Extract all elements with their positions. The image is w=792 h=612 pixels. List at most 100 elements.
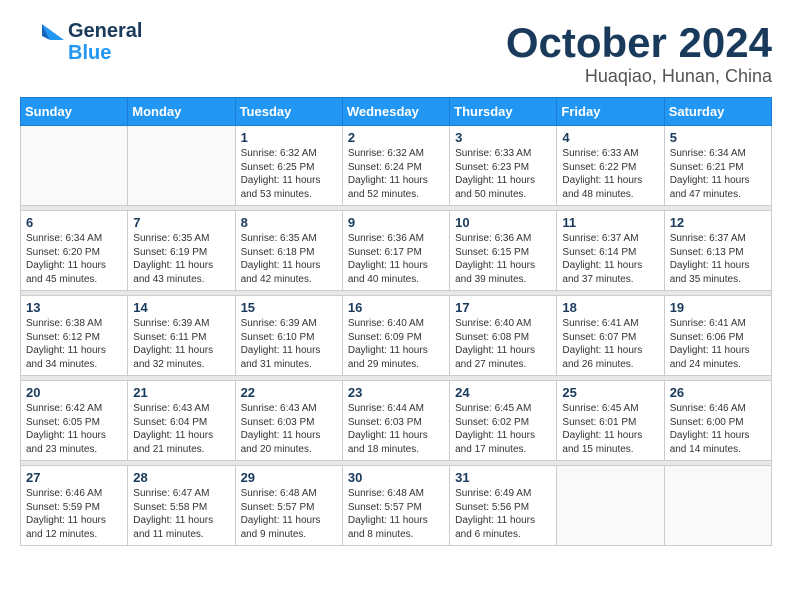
month-title: October 2024 (506, 20, 772, 66)
day-detail: Sunrise: 6:38 AMSunset: 6:12 PMDaylight:… (26, 317, 122, 371)
day-number: 25 (562, 385, 658, 400)
day-cell: 23 Sunrise: 6:44 AMSunset: 6:03 PMDayligh… (342, 381, 449, 461)
day-cell: 7 Sunrise: 6:35 AMSunset: 6:19 PMDaylight… (128, 211, 235, 291)
day-number: 30 (348, 470, 444, 485)
day-detail: Sunrise: 6:41 AMSunset: 6:07 PMDaylight:… (562, 317, 658, 371)
day-cell: 10 Sunrise: 6:36 AMSunset: 6:15 PMDayligh… (450, 211, 557, 291)
day-detail: Sunrise: 6:33 AMSunset: 6:22 PMDaylight:… (562, 147, 658, 201)
day-number: 11 (562, 215, 658, 230)
day-cell: 20Sunrise: 6:42 AMSunset: 6:05 PMDayligh… (21, 381, 128, 461)
day-detail: Sunrise: 6:45 AMSunset: 6:01 PMDaylight:… (562, 402, 658, 456)
day-number: 29 (241, 470, 337, 485)
day-number: 16 (348, 300, 444, 315)
weekday-header-row: SundayMondayTuesdayWednesdayThursdayFrid… (21, 98, 772, 126)
day-detail: Sunrise: 6:40 AMSunset: 6:09 PMDaylight:… (348, 317, 444, 371)
logo-line1: General (68, 20, 142, 42)
day-detail: Sunrise: 6:37 AMSunset: 6:13 PMDaylight:… (670, 232, 766, 286)
day-cell: 30 Sunrise: 6:48 AMSunset: 5:57 PMDayligh… (342, 466, 449, 546)
day-number: 17 (455, 300, 551, 315)
day-detail: Sunrise: 6:32 AMSunset: 6:25 PMDaylight:… (241, 147, 337, 201)
day-detail: Sunrise: 6:33 AMSunset: 6:23 PMDaylight:… (455, 147, 551, 201)
day-number: 21 (133, 385, 229, 400)
day-number: 18 (562, 300, 658, 315)
day-cell: 11 Sunrise: 6:37 AMSunset: 6:14 PMDayligh… (557, 211, 664, 291)
day-number: 26 (670, 385, 766, 400)
day-cell: 9 Sunrise: 6:36 AMSunset: 6:17 PMDaylight… (342, 211, 449, 291)
week-row-4: 20Sunrise: 6:42 AMSunset: 6:05 PMDayligh… (21, 381, 772, 461)
day-number: 12 (670, 215, 766, 230)
day-detail: Sunrise: 6:39 AMSunset: 6:11 PMDaylight:… (133, 317, 229, 371)
day-cell: 3Sunrise: 6:33 AMSunset: 6:23 PMDaylight… (450, 126, 557, 206)
day-detail: Sunrise: 6:36 AMSunset: 6:15 PMDaylight:… (455, 232, 551, 286)
week-row-3: 13 Sunrise: 6:38 AMSunset: 6:12 PMDayligh… (21, 296, 772, 376)
day-cell (557, 466, 664, 546)
day-detail: Sunrise: 6:46 AMSunset: 6:00 PMDaylight:… (670, 402, 766, 456)
day-detail: Sunrise: 6:48 AMSunset: 5:57 PMDaylight:… (241, 487, 337, 541)
week-row-1: 1 Sunrise: 6:32 AMSunset: 6:25 PMDaylight… (21, 126, 772, 206)
location-title: Huaqiao, Hunan, China (506, 66, 772, 87)
day-detail: Sunrise: 6:44 AMSunset: 6:03 PMDaylight:… (348, 402, 444, 456)
title-block: October 2024 Huaqiao, Hunan, China (506, 20, 772, 87)
day-detail: Sunrise: 6:37 AMSunset: 6:14 PMDaylight:… (562, 232, 658, 286)
calendar-table: SundayMondayTuesdayWednesdayThursdayFrid… (20, 97, 772, 546)
day-number: 2 (348, 130, 444, 145)
day-cell: 28 Sunrise: 6:47 AMSunset: 5:58 PMDayligh… (128, 466, 235, 546)
day-detail: Sunrise: 6:49 AMSunset: 5:56 PMDaylight:… (455, 487, 551, 541)
day-cell: 26 Sunrise: 6:46 AMSunset: 6:00 PMDayligh… (664, 381, 771, 461)
day-detail: Sunrise: 6:34 AMSunset: 6:21 PMDaylight:… (670, 147, 766, 201)
day-detail: Sunrise: 6:40 AMSunset: 6:08 PMDaylight:… (455, 317, 551, 371)
day-number: 27 (26, 470, 122, 485)
day-number: 24 (455, 385, 551, 400)
day-cell: 31 Sunrise: 6:49 AMSunset: 5:56 PMDayligh… (450, 466, 557, 546)
day-number: 7 (133, 215, 229, 230)
logo: General Blue (20, 20, 142, 64)
day-detail: Sunrise: 6:46 AMSunset: 5:59 PMDaylight:… (26, 487, 122, 541)
day-cell: 6Sunrise: 6:34 AMSunset: 6:20 PMDaylight… (21, 211, 128, 291)
weekday-header-tuesday: Tuesday (235, 98, 342, 126)
day-cell: 2 Sunrise: 6:32 AMSunset: 6:24 PMDaylight… (342, 126, 449, 206)
day-cell: 14 Sunrise: 6:39 AMSunset: 6:11 PMDayligh… (128, 296, 235, 376)
day-number: 4 (562, 130, 658, 145)
day-detail: Sunrise: 6:32 AMSunset: 6:24 PMDaylight:… (348, 147, 444, 201)
day-cell (21, 126, 128, 206)
logo-icon (20, 20, 64, 64)
day-detail: Sunrise: 6:47 AMSunset: 5:58 PMDaylight:… (133, 487, 229, 541)
day-number: 22 (241, 385, 337, 400)
day-cell: 17 Sunrise: 6:40 AMSunset: 6:08 PMDayligh… (450, 296, 557, 376)
weekday-header-friday: Friday (557, 98, 664, 126)
day-cell: 15Sunrise: 6:39 AMSunset: 6:10 PMDayligh… (235, 296, 342, 376)
weekday-header-sunday: Sunday (21, 98, 128, 126)
day-number: 5 (670, 130, 766, 145)
day-detail: Sunrise: 6:35 AMSunset: 6:19 PMDaylight:… (133, 232, 229, 286)
day-cell: 24 Sunrise: 6:45 AMSunset: 6:02 PMDayligh… (450, 381, 557, 461)
day-number: 14 (133, 300, 229, 315)
day-detail: Sunrise: 6:48 AMSunset: 5:57 PMDaylight:… (348, 487, 444, 541)
day-cell (128, 126, 235, 206)
week-row-5: 27 Sunrise: 6:46 AMSunset: 5:59 PMDayligh… (21, 466, 772, 546)
day-detail: Sunrise: 6:36 AMSunset: 6:17 PMDaylight:… (348, 232, 444, 286)
weekday-header-saturday: Saturday (664, 98, 771, 126)
day-number: 19 (670, 300, 766, 315)
day-detail: Sunrise: 6:45 AMSunset: 6:02 PMDaylight:… (455, 402, 551, 456)
day-detail: Sunrise: 6:35 AMSunset: 6:18 PMDaylight:… (241, 232, 337, 286)
day-number: 1 (241, 130, 337, 145)
day-cell: 27 Sunrise: 6:46 AMSunset: 5:59 PMDayligh… (21, 466, 128, 546)
day-number: 8 (241, 215, 337, 230)
day-detail: Sunrise: 6:43 AMSunset: 6:03 PMDaylight:… (241, 402, 337, 456)
weekday-header-monday: Monday (128, 98, 235, 126)
day-number: 23 (348, 385, 444, 400)
day-cell: 16 Sunrise: 6:40 AMSunset: 6:09 PMDayligh… (342, 296, 449, 376)
weekday-header-wednesday: Wednesday (342, 98, 449, 126)
day-cell: 29 Sunrise: 6:48 AMSunset: 5:57 PMDayligh… (235, 466, 342, 546)
day-cell (664, 466, 771, 546)
day-detail: Sunrise: 6:43 AMSunset: 6:04 PMDaylight:… (133, 402, 229, 456)
day-cell: 12 Sunrise: 6:37 AMSunset: 6:13 PMDayligh… (664, 211, 771, 291)
day-number: 31 (455, 470, 551, 485)
day-cell: 13 Sunrise: 6:38 AMSunset: 6:12 PMDayligh… (21, 296, 128, 376)
day-number: 9 (348, 215, 444, 230)
day-number: 10 (455, 215, 551, 230)
day-number: 28 (133, 470, 229, 485)
day-number: 13 (26, 300, 122, 315)
day-cell: 8 Sunrise: 6:35 AMSunset: 6:18 PMDaylight… (235, 211, 342, 291)
day-cell: 22 Sunrise: 6:43 AMSunset: 6:03 PMDayligh… (235, 381, 342, 461)
